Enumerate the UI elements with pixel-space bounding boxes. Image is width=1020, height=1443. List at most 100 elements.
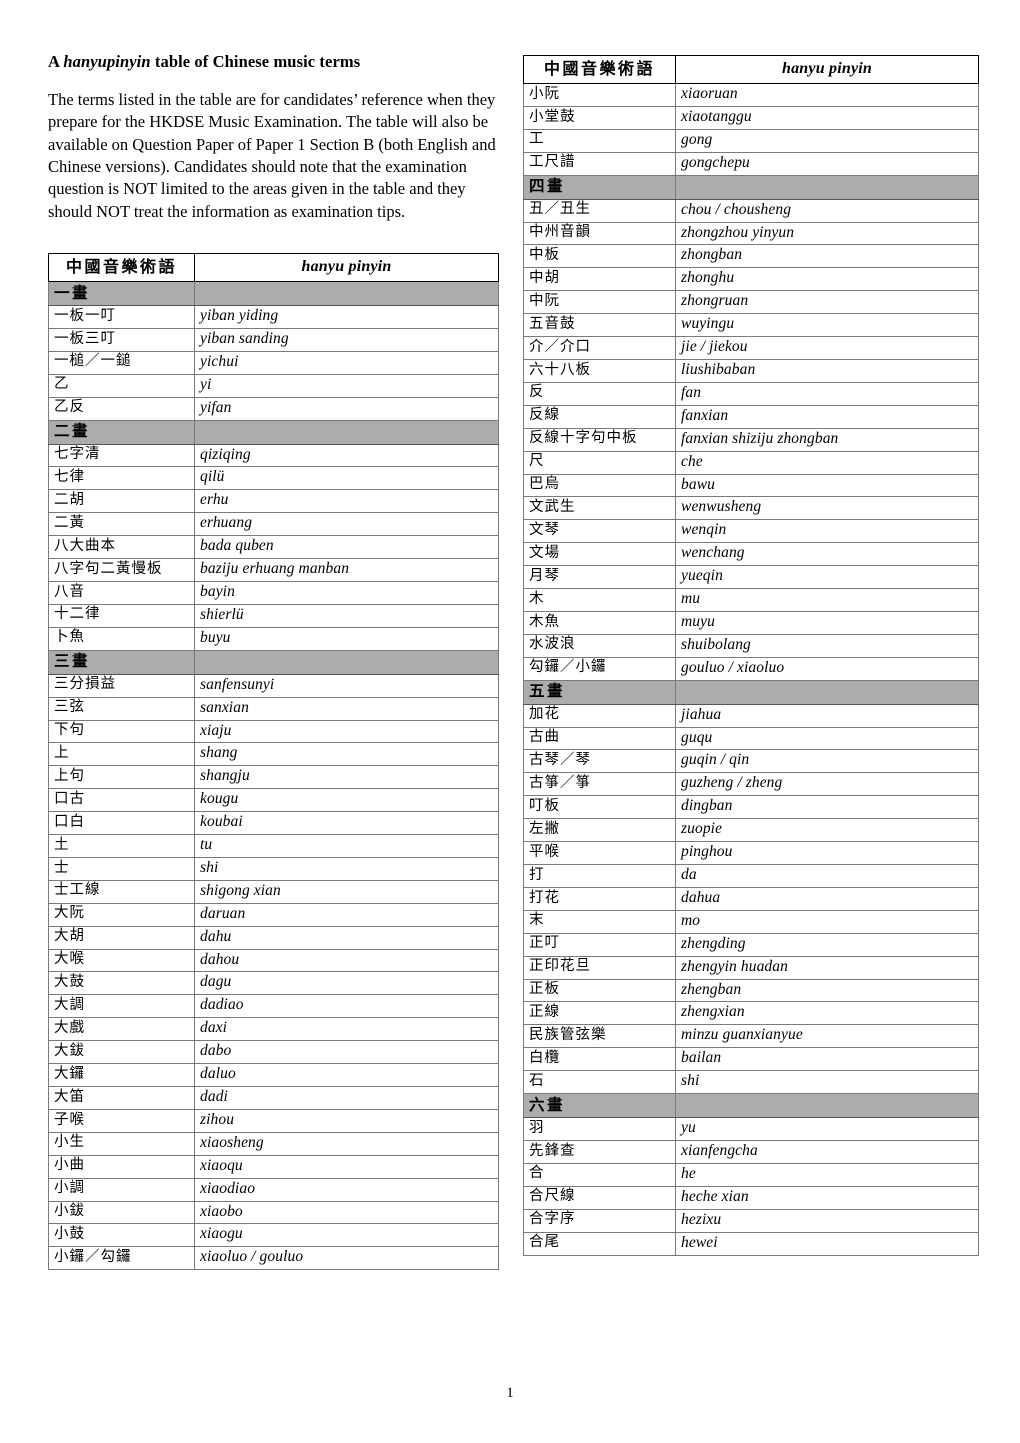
term-chinese: 介／介口: [523, 336, 676, 360]
term-pinyin: shi: [194, 856, 499, 881]
term-chinese: 反: [523, 381, 676, 406]
term-chinese: 加花: [523, 703, 676, 728]
term-chinese: 五音鼓: [523, 313, 676, 338]
table-row: 口古 kougu: [48, 788, 499, 813]
term-pinyin: qilü: [194, 466, 499, 491]
term-pinyin: erhuang: [194, 512, 499, 537]
term-pinyin: zhengding: [675, 932, 979, 957]
section-label: 一畫: [48, 281, 195, 306]
table-row: 上句 shangju: [48, 765, 499, 790]
term-chinese: 反線十字句中板: [523, 427, 676, 452]
term-pinyin: minzu guanxianyue: [675, 1024, 979, 1049]
term-pinyin: yifan: [194, 396, 499, 421]
term-pinyin: gouluo / xiaoluo: [675, 656, 979, 681]
table-row: 古曲 guqu: [523, 726, 979, 751]
term-pinyin: heche xian: [675, 1185, 979, 1210]
term-pinyin: chou / chousheng: [675, 198, 979, 223]
table-row: 中阮 zhongruan: [523, 290, 979, 315]
term-pinyin: zhengyin huadan: [675, 955, 979, 980]
term-chinese: 大戲: [48, 1017, 195, 1042]
table-row: 士 shi: [48, 856, 499, 881]
term-pinyin: fan: [675, 381, 979, 406]
term-chinese: 合尾: [523, 1231, 676, 1256]
term-chinese: 中阮: [523, 290, 676, 315]
table-row: 文琴 wenqin: [523, 519, 979, 544]
term-pinyin: shang: [194, 742, 499, 767]
term-chinese: 一板三叮: [48, 327, 195, 352]
table-row: 羽 yu: [523, 1117, 979, 1141]
term-chinese: 工: [523, 128, 676, 153]
term-chinese: 中胡: [523, 267, 676, 292]
table-row: 合尾 hewei: [523, 1231, 979, 1256]
table-row: 木魚 muyu: [523, 610, 979, 635]
table-row: 大調 dadiao: [48, 994, 499, 1019]
term-pinyin: guzheng / zheng: [675, 772, 979, 797]
table-row: 月琴 yueqin: [523, 565, 979, 590]
table-row: 小曲 xiaoqu: [48, 1154, 499, 1179]
page-title: A hanyupinyin table of Chinese music ter…: [48, 52, 498, 73]
section-header-row: 三畫: [48, 649, 499, 675]
right-terms-table: 中國音樂術語 hanyu pinyin 小阮 xiaoruan 小堂鼓 xiaotan…: [523, 55, 979, 1256]
term-chinese: 子喉: [48, 1108, 195, 1133]
table-row: 左撇 zuopie: [523, 818, 979, 843]
table-row: 中州音韻 zhongzhou yinyun: [523, 221, 979, 246]
table-row: 尺 che: [523, 450, 979, 475]
column-header-pinyin: hanyu pinyin: [675, 55, 979, 84]
right-table-body: 小阮 xiaoruan 小堂鼓 xiaotanggu 工 gong 工尺譜 gongchepu…: [523, 83, 979, 1256]
term-chinese: 末: [523, 909, 676, 934]
term-chinese: 尺: [523, 450, 676, 475]
term-pinyin: daruan: [194, 902, 499, 927]
term-pinyin: shierlü: [194, 603, 499, 628]
intro-block: A hanyupinyin table of Chinese music ter…: [48, 52, 498, 223]
term-pinyin: qiziqing: [194, 443, 499, 468]
table-row: 中胡 zhonghu: [523, 267, 979, 292]
term-chinese: 八字句二黃慢板: [48, 558, 195, 582]
section-header-row: 四畫: [523, 174, 979, 200]
term-chinese: 十二律: [48, 603, 195, 628]
term-chinese: 文武生: [523, 496, 676, 521]
term-chinese: 水波浪: [523, 633, 676, 658]
table-row: 正印花旦 zhengyin huadan: [523, 955, 979, 980]
table-row: 丑／丑生 chou / chousheng: [523, 198, 979, 223]
term-pinyin: jiahua: [675, 703, 979, 728]
term-pinyin: mo: [675, 909, 979, 934]
term-pinyin: bawu: [675, 473, 979, 498]
table-row: 乙反 yifan: [48, 396, 499, 421]
right-terms-table-wrapper: 中國音樂術語 hanyu pinyin 小阮 xiaoruan 小堂鼓 xiaotan…: [523, 55, 979, 1256]
table-row: 打花 dahua: [523, 886, 979, 911]
term-chinese: 一槌／一鎚: [48, 350, 195, 375]
term-pinyin: mu: [675, 588, 979, 612]
term-pinyin: xiaoruan: [675, 83, 979, 107]
section-pinyin-blank: [194, 649, 499, 675]
table-row: 七字清 qiziqing: [48, 443, 499, 468]
term-pinyin: yu: [675, 1117, 979, 1141]
term-chinese: 二黃: [48, 512, 195, 537]
term-chinese: 卜魚: [48, 626, 195, 651]
table-row: 大笛 dadi: [48, 1086, 499, 1110]
table-row: 古琴／琴 guqin / qin: [523, 749, 979, 774]
term-chinese: 合尺線: [523, 1185, 676, 1210]
term-chinese: 打花: [523, 886, 676, 911]
table-row: 民族管弦樂 minzu guanxianyue: [523, 1024, 979, 1049]
table-row: 小阮 xiaoruan: [523, 83, 979, 107]
term-chinese: 木: [523, 588, 676, 612]
table-row: 水波浪 shuibolang: [523, 633, 979, 658]
term-pinyin: daluo: [194, 1063, 499, 1087]
table-row: 三弦 sanxian: [48, 696, 499, 721]
table-row: 勾鑼／小鑼 gouluo / xiaoluo: [523, 656, 979, 681]
term-pinyin: wenchang: [675, 542, 979, 567]
term-pinyin: zhonghu: [675, 267, 979, 292]
table-row: 石 shi: [523, 1070, 979, 1095]
left-terms-table: 中國音樂術語 hanyu pinyin 一畫 一板一叮 yiban yiding 一板…: [48, 253, 499, 1271]
term-chinese: 羽: [523, 1117, 676, 1141]
term-pinyin: dadiao: [194, 994, 499, 1019]
table-row: 乙 yi: [48, 373, 499, 398]
term-chinese: 小堂鼓: [523, 105, 676, 130]
table-row: 合尺線 heche xian: [523, 1185, 979, 1210]
table-header-row: 中國音樂術語 hanyu pinyin: [48, 253, 499, 282]
table-row: 一板三叮 yiban sanding: [48, 327, 499, 352]
column-header-chinese: 中國音樂術語: [48, 253, 195, 282]
term-chinese: 大胡: [48, 925, 195, 950]
term-pinyin: bada quben: [194, 535, 499, 560]
term-chinese: 士: [48, 856, 195, 881]
